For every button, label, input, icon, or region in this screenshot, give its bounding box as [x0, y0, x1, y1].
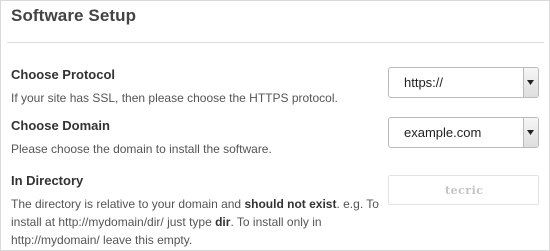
- domain-label: Choose Domain: [11, 118, 110, 133]
- directory-input[interactable]: tecric: [388, 175, 539, 205]
- panel-header: Software Setup: [1, 1, 549, 38]
- directory-desc-bold2: dir: [215, 215, 231, 229]
- directory-desc-part1: The directory is relative to your domain…: [11, 197, 245, 211]
- caret-down-icon: [527, 130, 534, 135]
- protocol-select[interactable]: https://: [388, 67, 539, 98]
- directory-desc-bold1: should not exist: [244, 197, 337, 211]
- directory-description: The directory is relative to your domain…: [11, 195, 381, 249]
- software-setup-panel: Software Setup Choose Protocol If your s…: [0, 0, 550, 251]
- protocol-description: If your site has SSL, then please choose…: [11, 91, 338, 105]
- caret-down-icon: [527, 80, 534, 85]
- protocol-select-value: https://: [404, 75, 444, 90]
- header-divider: [7, 42, 544, 43]
- domain-select[interactable]: example.com: [388, 117, 539, 148]
- page-title: Software Setup: [11, 6, 137, 25]
- domain-select-value: example.com: [404, 125, 482, 140]
- watermark-logo: tecric: [445, 184, 484, 197]
- protocol-label: Choose Protocol: [11, 67, 116, 82]
- domain-description: Please choose the domain to install the …: [11, 142, 272, 156]
- protocol-select-arrow[interactable]: [523, 68, 538, 97]
- directory-label: In Directory: [11, 173, 84, 188]
- domain-select-arrow[interactable]: [523, 118, 538, 147]
